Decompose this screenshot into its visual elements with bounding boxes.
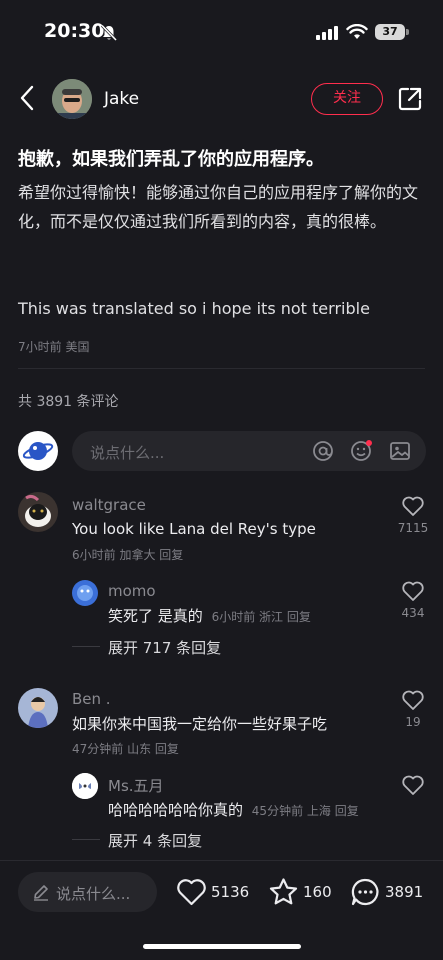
comment-username[interactable]: waltgrace <box>72 496 146 514</box>
comment-text: 如果你来中国我一定给你一些好果子吃 <box>72 715 328 733</box>
note-title: 抱歉，如果我们弄乱了你的应用程序。 <box>18 149 324 170</box>
reply-text: 笑死了 是真的 6小时前 浙江 回复 <box>108 605 311 626</box>
bell-muted-icon <box>100 24 118 42</box>
reply-meta[interactable]: 6小时前 浙江 回复 <box>212 610 311 624</box>
comment-count: 共 3891 条评论 <box>18 394 119 410</box>
reply-text: 哈哈哈哈哈哈你真的 45分钟前 上海 回复 <box>108 799 359 820</box>
heart-icon[interactable] <box>401 689 425 711</box>
emoji-icon[interactable] <box>350 440 372 462</box>
status-bar: 20:30 37 <box>0 0 443 62</box>
status-time: 20:30 <box>44 20 105 42</box>
comment-meta[interactable]: 47分钟前 山东 回复 <box>72 740 179 757</box>
expand-line <box>72 839 100 840</box>
reply-username[interactable]: Ms.五月 <box>108 775 164 796</box>
comment-avatar[interactable] <box>18 688 58 728</box>
bottom-comment-input[interactable]: 说点什么... <box>18 872 157 912</box>
bottom-input-placeholder: 说点什么... <box>56 885 131 903</box>
reply-meta[interactable]: 45分钟前 上海 回复 <box>252 804 359 818</box>
expand-replies-button[interactable]: 展开 717 条回复 <box>108 637 221 658</box>
comments-button[interactable]: 3891 <box>350 877 426 907</box>
reply-username[interactable]: momo <box>108 582 156 600</box>
comment-text: You look like Lana del Rey's type <box>72 520 316 538</box>
divider <box>18 368 425 369</box>
comment-like-count: 19 <box>405 715 421 729</box>
author-name[interactable]: Jake <box>104 89 139 109</box>
comment-meta[interactable]: 6小时前 加拿大 回复 <box>72 546 183 563</box>
battery-indicator: 37 <box>375 24 405 40</box>
note-body-chinese: 希望你过得愉快！能够通过你自己的应用程序了解你的文化，而不是仅仅通过我们所看到的… <box>18 183 419 231</box>
collect-button[interactable]: 160 <box>268 877 332 907</box>
like-count: 5136 <box>211 883 250 901</box>
heart-icon[interactable] <box>401 774 425 796</box>
share-icon[interactable] <box>397 86 423 112</box>
cellular-signal-icon <box>316 26 338 40</box>
note-body-english: This was translated so i hope its not te… <box>18 299 370 318</box>
comment-input-placeholder: 说点什么... <box>90 444 165 462</box>
bottom-divider <box>0 860 443 861</box>
star-icon <box>269 878 298 905</box>
home-indicator[interactable] <box>143 944 301 949</box>
reply-text-content: 哈哈哈哈哈哈你真的 <box>108 801 244 819</box>
follow-button[interactable]: 关注 <box>311 83 383 115</box>
comment-input[interactable]: 说点什么... <box>72 431 426 471</box>
heart-icon[interactable] <box>401 495 425 517</box>
back-arrow-icon[interactable] <box>16 84 40 112</box>
author-avatar[interactable] <box>52 79 92 119</box>
comment-avatar[interactable] <box>18 492 58 532</box>
wifi-icon <box>346 24 368 39</box>
reply-like-count: 434 <box>401 606 425 620</box>
expand-line <box>72 646 100 647</box>
reply-avatar[interactable] <box>72 773 98 799</box>
mention-icon[interactable] <box>312 440 334 462</box>
comment-like-count: 7115 <box>397 521 429 535</box>
heart-icon <box>177 879 206 906</box>
image-icon[interactable] <box>389 440 411 462</box>
note-meta: 7小时前 美国 <box>18 340 90 354</box>
comment-bubble-icon <box>351 878 379 906</box>
comment-username[interactable]: Ben . <box>72 690 111 708</box>
reply-text-content: 笑死了 是真的 <box>108 607 203 625</box>
battery-tip <box>406 29 409 35</box>
comment-total: 3891 <box>385 883 424 901</box>
expand-replies-button[interactable]: 展开 4 条回复 <box>108 830 202 851</box>
star-count: 160 <box>303 883 332 901</box>
like-button[interactable]: 5136 <box>176 877 250 907</box>
pencil-icon <box>34 885 48 901</box>
reply-avatar[interactable] <box>72 580 98 606</box>
my-avatar <box>18 431 58 471</box>
heart-icon[interactable] <box>401 580 425 602</box>
